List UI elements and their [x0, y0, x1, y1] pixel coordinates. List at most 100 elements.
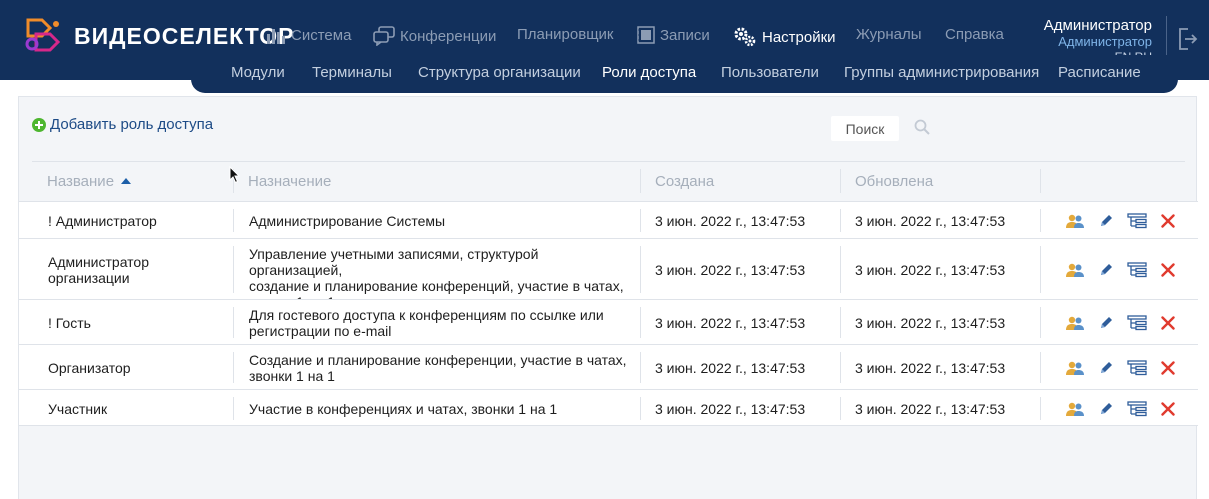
delete-icon[interactable]	[1156, 260, 1180, 280]
created-date: 3 июн. 2022 г., 13:47:53	[655, 401, 806, 417]
gears-icon	[733, 26, 757, 48]
users-icon[interactable]	[1063, 260, 1087, 280]
column-header-created[interactable]: Создана	[655, 173, 714, 190]
users-icon[interactable]	[1063, 358, 1087, 378]
subnav-item-modules[interactable]: Модули	[231, 64, 285, 81]
created-date: 3 июн. 2022 г., 13:47:53	[655, 262, 806, 278]
column-header-purpose[interactable]: Назначение	[248, 173, 331, 190]
role-name-line: ! Администратор	[48, 213, 157, 229]
pencil-icon[interactable]	[1094, 358, 1118, 378]
column-separator	[1040, 169, 1041, 193]
role-name: Участник	[48, 401, 228, 417]
users-icon[interactable]	[1063, 399, 1087, 419]
subnav-item-org-structure[interactable]: Структура организации	[418, 64, 581, 81]
nav-item-system[interactable]: Система	[266, 26, 351, 44]
users-icon[interactable]	[1063, 313, 1087, 333]
pencil-icon[interactable]	[1094, 260, 1118, 280]
tree-structure-icon[interactable]	[1125, 211, 1149, 231]
role-name: Организатор	[48, 360, 228, 376]
delete-icon[interactable]	[1156, 211, 1180, 231]
role-name-line: организации	[48, 270, 130, 286]
table-row[interactable]: Организатор Создание и планирование конфе…	[19, 344, 1198, 389]
subnav-item-terminals[interactable]: Терминалы	[312, 64, 392, 81]
table-row[interactable]: Участник Участие в конференциях и чатах, …	[19, 389, 1198, 426]
nav-item-recordings[interactable]: Записи	[637, 26, 710, 44]
add-role-label: Добавить роль доступа	[50, 116, 214, 133]
nav-item-label: Конференции	[400, 27, 497, 45]
brand-name: ВИДЕОСЕЛЕКТОР	[74, 22, 295, 49]
subnav-item-users[interactable]: Пользователи	[721, 64, 819, 81]
cell-separator	[640, 352, 641, 383]
add-role-button[interactable]: Добавить роль доступа	[32, 116, 213, 133]
nav-item-logs[interactable]: Журналы	[856, 26, 922, 43]
role-purpose-line: Для гостевого доступа к конференциям по …	[249, 307, 604, 323]
cell-separator	[233, 209, 234, 232]
cell-separator	[233, 352, 234, 383]
delete-icon[interactable]	[1156, 399, 1180, 419]
tree-structure-icon[interactable]	[1125, 313, 1149, 333]
table-row[interactable]: Администратор организации Управление учетн…	[19, 238, 1198, 310]
cell-separator	[840, 397, 841, 420]
user-role: Администратор	[1058, 34, 1152, 49]
role-purpose: Администрирование Системы	[249, 213, 629, 229]
nav-item-conferences[interactable]: Конференции	[373, 26, 496, 46]
nav-item-settings[interactable]: Настройки	[733, 26, 836, 48]
nav-item-label: Журналы	[856, 26, 922, 43]
chat-bubbles-icon	[373, 26, 395, 46]
brand-logo[interactable]: ВИДЕОСЕЛЕКТОР	[22, 16, 295, 56]
nav-item-planner[interactable]: Планировщик	[517, 26, 613, 43]
search-input[interactable]	[831, 116, 899, 141]
role-purpose-line: регистрации по e-mail	[249, 323, 392, 339]
mouse-cursor-icon	[229, 165, 241, 189]
bar-chart-icon	[266, 26, 286, 44]
tree-structure-icon[interactable]	[1125, 399, 1149, 419]
pencil-icon[interactable]	[1094, 399, 1118, 419]
table-row[interactable]: ! Гость Для гостевого доступа к конференц…	[19, 299, 1198, 344]
column-header-name[interactable]: Название	[47, 173, 132, 190]
column-header-updated[interactable]: Обновлена	[855, 173, 933, 190]
created-date: 3 июн. 2022 г., 13:47:53	[655, 360, 806, 376]
cell-separator	[1040, 209, 1041, 232]
tree-structure-icon[interactable]	[1125, 260, 1149, 280]
search-icon[interactable]	[914, 119, 930, 140]
role-name: ! Гость	[48, 315, 228, 331]
table-row[interactable]: ! Администратор Администрирование Системы…	[19, 201, 1198, 238]
cell-separator	[840, 209, 841, 232]
pencil-icon[interactable]	[1094, 211, 1118, 231]
tree-structure-icon[interactable]	[1125, 358, 1149, 378]
cell-separator	[640, 397, 641, 420]
delete-icon[interactable]	[1156, 313, 1180, 333]
role-name-line: Участник	[48, 401, 108, 417]
cell-separator	[840, 246, 841, 293]
subnav-item-admin-groups[interactable]: Группы администрирования	[844, 64, 1039, 81]
cell-separator	[1040, 246, 1041, 293]
videoselector-logo-icon	[25, 18, 61, 52]
logout-icon[interactable]	[1178, 27, 1198, 56]
role-purpose-line: создание и планирование конференций, уча…	[249, 278, 624, 294]
cell-separator	[840, 307, 841, 338]
nav-item-help[interactable]: Справка	[945, 26, 1004, 43]
created-date: 3 июн. 2022 г., 13:47:53	[655, 315, 806, 331]
cell-separator	[640, 307, 641, 338]
updated-date: 3 июн. 2022 г., 13:47:53	[855, 213, 1006, 229]
column-separator	[640, 169, 641, 193]
cell-separator	[1040, 352, 1041, 383]
role-purpose-line: Администрирование Системы	[249, 213, 446, 229]
pencil-icon[interactable]	[1094, 313, 1118, 333]
nav-item-label: Записи	[660, 26, 710, 44]
cell-separator	[233, 397, 234, 420]
subnav-item-schedule[interactable]: Расписание	[1058, 64, 1141, 81]
subnav-item-access-roles[interactable]: Роли доступа	[602, 64, 696, 81]
role-name: Администратор организации	[48, 254, 228, 286]
role-purpose-line: Участие в конференциях и чатах, звонки 1…	[249, 401, 558, 417]
role-purpose-line: Управление учетными записями, структурой…	[249, 246, 539, 278]
role-name: ! Администратор	[48, 213, 228, 229]
created-date: 3 июн. 2022 г., 13:47:53	[655, 213, 806, 229]
role-purpose-line: Создание и планирование конференции, уча…	[249, 352, 627, 368]
users-icon[interactable]	[1063, 211, 1087, 231]
delete-icon[interactable]	[1156, 358, 1180, 378]
updated-date: 3 июн. 2022 г., 13:47:53	[855, 360, 1006, 376]
role-purpose: Для гостевого доступа к конференциям по …	[249, 307, 629, 339]
row-actions	[1063, 358, 1187, 378]
sort-ascending-icon[interactable]	[121, 178, 132, 184]
